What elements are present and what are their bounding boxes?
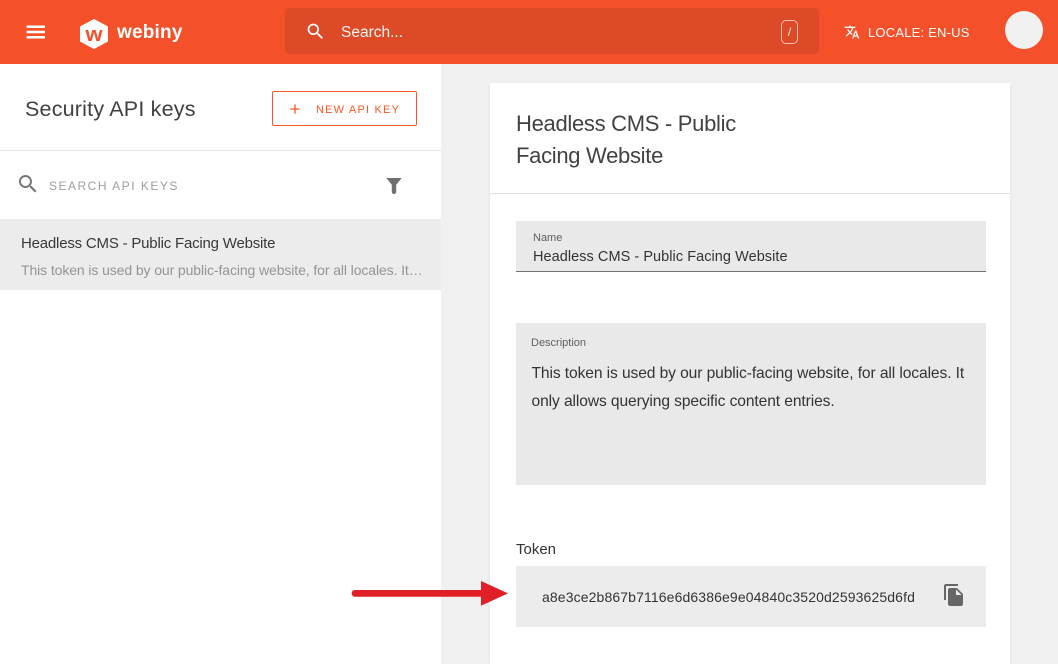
svg-text:w: w <box>84 24 103 46</box>
